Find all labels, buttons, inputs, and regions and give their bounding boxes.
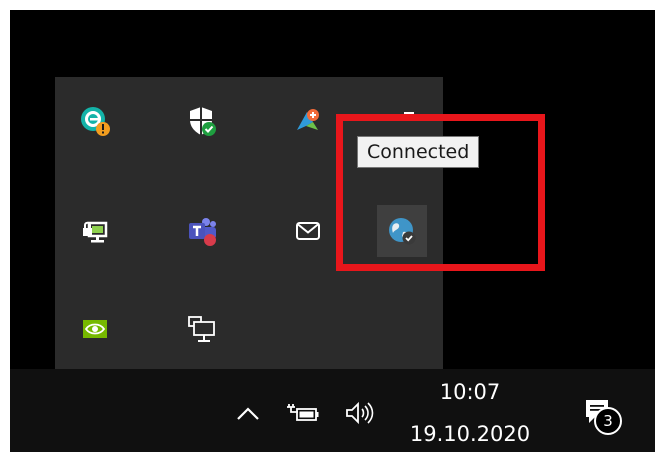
microsoft-teams-icon[interactable] [180, 209, 224, 253]
connected-tooltip: Connected [357, 136, 480, 168]
eset-security-icon[interactable] [73, 99, 117, 143]
clock-date: 19.10.2020 [409, 422, 531, 446]
notification-count-badge: 3 [594, 407, 622, 435]
network-display-icon[interactable] [180, 307, 224, 351]
clock-time: 10:07 [439, 380, 501, 404]
volume-icon[interactable] [340, 395, 384, 431]
taskbar: 10:07 19.10.2020 3 [10, 369, 655, 452]
screenshot-frame: Connected 10:07 19.10.2020 3 [10, 10, 655, 452]
network-adapter-icon[interactable] [73, 209, 117, 253]
graphics-app-icon[interactable] [286, 99, 330, 143]
mail-icon[interactable] [286, 209, 330, 253]
chevron-up-icon[interactable] [230, 395, 266, 431]
windows-security-icon[interactable] [180, 99, 224, 143]
nvidia-icon[interactable] [73, 307, 117, 351]
power-battery-icon[interactable] [282, 395, 324, 431]
system-clock[interactable]: 10:07 19.10.2020 [395, 377, 545, 451]
action-center-icon[interactable]: 3 [581, 396, 622, 435]
